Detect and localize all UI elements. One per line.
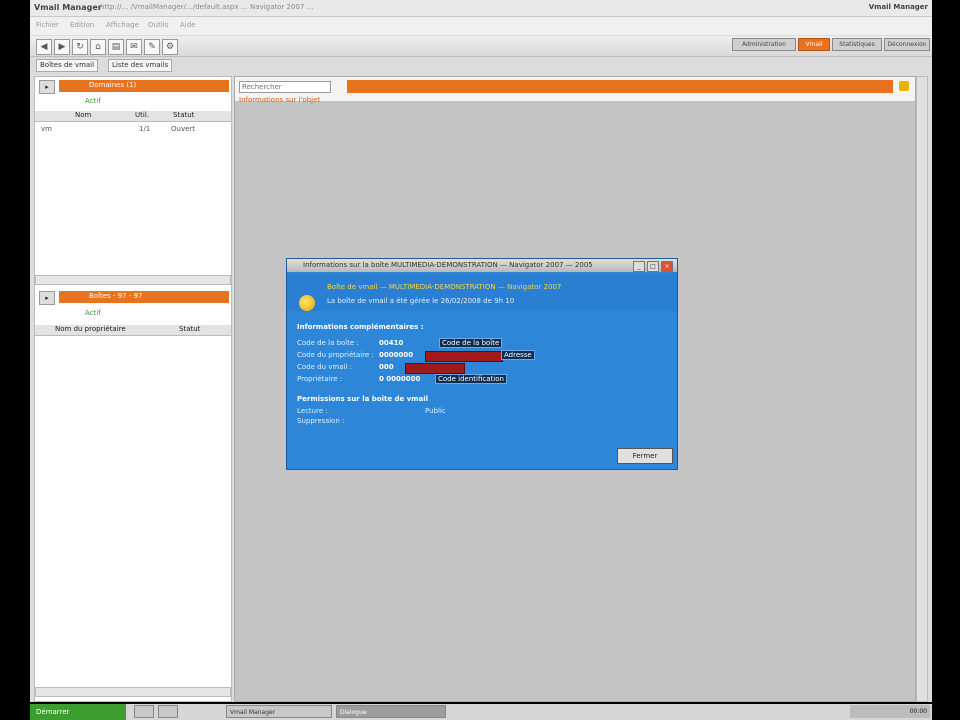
- reload-icon[interactable]: ↻: [72, 39, 88, 55]
- dialog-header: [287, 273, 677, 311]
- redaction-mark-2: [405, 363, 465, 374]
- field-extra-1: Code de la boîte: [439, 338, 503, 348]
- window-uri: http://… /VmailManager/…/default.aspx … …: [100, 3, 314, 11]
- boxes-header: Boîtes - 97 - 97: [59, 291, 229, 303]
- tab-vmail-list[interactable]: Liste des vmails: [108, 59, 173, 72]
- row-status: Ouvert: [171, 125, 196, 133]
- subtabs: Boîtes de vmail Liste des vmails: [30, 57, 932, 73]
- content-vscrollbar[interactable]: [916, 76, 928, 702]
- field-label-1: Code de la boîte :: [297, 339, 359, 347]
- domains-header: Domaines (1): [59, 80, 229, 92]
- perm-value-1: Public: [425, 407, 446, 415]
- title-bar: Vmail Manager http://… /VmailManager/…/d…: [30, 0, 932, 17]
- domains-hscrollbar[interactable]: [35, 275, 231, 285]
- topnav-stats[interactable]: Statistiques: [832, 38, 882, 51]
- menu-tools[interactable]: Outils: [148, 21, 168, 29]
- menu-edit[interactable]: Edition: [70, 21, 94, 29]
- field-label-4: Propriétaire :: [297, 375, 343, 383]
- field-value-2: 0000000: [379, 351, 414, 359]
- tools-icon[interactable]: ⚙: [162, 39, 178, 55]
- dialog-titlebar: Informations sur la boîte MULTIMEDIA-DEM…: [287, 259, 677, 272]
- collapse-icon[interactable]: ▸: [39, 80, 55, 94]
- maximize-icon[interactable]: □: [647, 261, 659, 272]
- search-input[interactable]: [239, 81, 331, 93]
- toolbar: ◀ ▶ ↻ ⌂ ▤ ✉ ✎ ⚙ Administration Vmail Sta…: [30, 36, 932, 57]
- system-tray: 00:00: [850, 705, 930, 718]
- domains-table-header: Nom Util. Statut: [35, 111, 231, 122]
- dialog-subheading: La boîte de vmail a été gérée le 26/02/2…: [327, 297, 515, 305]
- taskbar: Démarrer Vmail Manager Dialogue 00:00: [0, 702, 960, 720]
- row-util: 1/1: [139, 125, 151, 133]
- col-util[interactable]: Util.: [135, 111, 149, 119]
- topnav-admin[interactable]: Administration: [732, 38, 796, 51]
- field-extra-4: Code identification: [435, 374, 507, 384]
- menu-bar: Fichier Edition Affichage Outils Aide: [30, 17, 932, 35]
- section-info: Informations complémentaires :: [297, 323, 424, 331]
- boxes-table-header: Nom du propriétaire Statut: [35, 325, 231, 336]
- col-status-2[interactable]: Statut: [179, 325, 200, 333]
- col-name[interactable]: Nom: [75, 111, 91, 119]
- quicklaunch-2[interactable]: [158, 705, 178, 718]
- redaction-mark: [425, 351, 503, 362]
- col-owner[interactable]: Nom du propriétaire: [55, 325, 126, 333]
- content-toolbar: Informations sur l'objet: [235, 77, 915, 104]
- warning-icon: [299, 295, 315, 311]
- print-icon[interactable]: ▤: [108, 39, 124, 55]
- edit-icon[interactable]: ✎: [144, 39, 160, 55]
- task-dialog[interactable]: Dialogue: [336, 705, 446, 718]
- menu-file[interactable]: Fichier: [36, 21, 59, 29]
- dialog-title: Informations sur la boîte MULTIMEDIA-DEM…: [303, 261, 593, 269]
- domains-title: Domaines (1): [89, 81, 137, 89]
- boxes-hscrollbar[interactable]: [35, 687, 231, 697]
- task-vmail-manager[interactable]: Vmail Manager: [226, 705, 332, 718]
- menu-help[interactable]: Aide: [180, 21, 195, 29]
- quicklaunch-1[interactable]: [134, 705, 154, 718]
- field-value-1: 00410: [379, 339, 404, 347]
- mail-icon[interactable]: ✉: [126, 39, 142, 55]
- domains-status: Actif: [85, 97, 101, 105]
- info-link[interactable]: Informations sur l'objet: [239, 96, 320, 104]
- minimize-icon[interactable]: _: [633, 261, 645, 272]
- field-extra-2: Adresse: [501, 350, 535, 360]
- field-value-3: 000: [379, 363, 394, 371]
- app-window: Vmail Manager http://… /VmailManager/…/d…: [30, 0, 932, 720]
- start-button[interactable]: Démarrer: [30, 704, 126, 720]
- field-value-4: 0 0000000: [379, 375, 421, 383]
- close-button[interactable]: Fermer: [617, 448, 673, 464]
- perm-label-2: Suppression :: [297, 417, 345, 425]
- field-label-3: Code du vmail :: [297, 363, 352, 371]
- refresh-icon[interactable]: [899, 81, 909, 91]
- info-dialog: Informations sur la boîte MULTIMEDIA-DEM…: [286, 258, 678, 470]
- window-title: Vmail Manager: [34, 3, 102, 12]
- boxes-title: Boîtes - 97 - 97: [89, 292, 143, 300]
- close-icon[interactable]: ×: [661, 261, 673, 272]
- collapse-icon-2[interactable]: ▸: [39, 291, 55, 305]
- topnav-logout[interactable]: Déconnexion: [884, 38, 930, 51]
- window-user: Vmail Manager: [868, 3, 928, 11]
- field-label-2: Code du propriétaire :: [297, 351, 374, 359]
- row-name: vm: [41, 125, 52, 133]
- dialog-heading: Boîte de vmail — MULTIMEDIA-DEMONSTRATIO…: [327, 283, 562, 291]
- perm-label-1: Lecture :: [297, 407, 328, 415]
- section-perms: Permissions sur la boîte de vmail: [297, 395, 429, 403]
- boxes-status: Actif: [85, 309, 101, 317]
- back-icon[interactable]: ◀: [36, 39, 52, 55]
- forward-icon[interactable]: ▶: [54, 39, 70, 55]
- col-status[interactable]: Statut: [173, 111, 194, 119]
- left-panel: ▸ Domaines (1) Actif Nom Util. Statut vm…: [34, 76, 232, 702]
- home-icon[interactable]: ⌂: [90, 39, 106, 55]
- topnav-vmail[interactable]: Vmail: [798, 38, 830, 51]
- tab-mailboxes[interactable]: Boîtes de vmail: [36, 59, 99, 72]
- taskbar-inner: Démarrer Vmail Manager Dialogue 00:00: [30, 704, 932, 720]
- menu-view[interactable]: Affichage: [106, 21, 139, 29]
- content-header-bar: [347, 80, 893, 93]
